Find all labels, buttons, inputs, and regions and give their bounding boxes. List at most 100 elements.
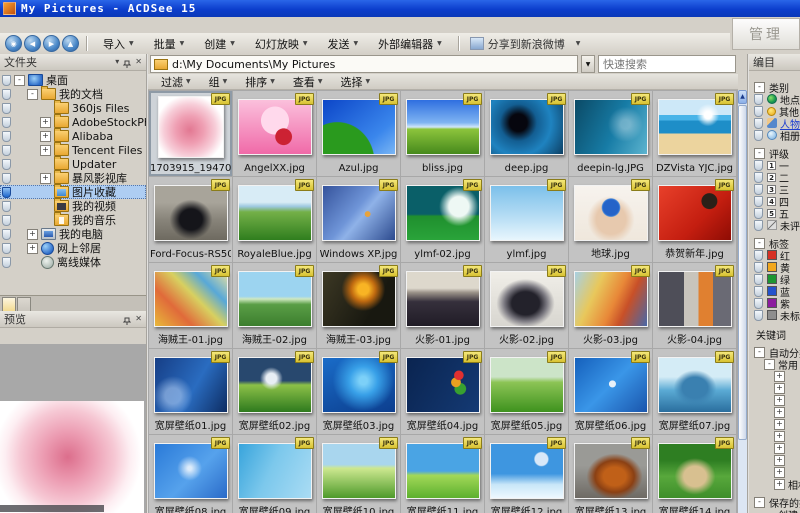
file-thumbnail-cell[interactable]: JPG 宽屏壁纸10.jpg	[317, 435, 400, 513]
file-thumbnail-cell[interactable]: JPG DZVista YJC.jpg	[653, 91, 736, 176]
easy-select-shield-icon[interactable]	[754, 130, 763, 141]
file-thumbnail-cell[interactable]: JPG 宽屏壁纸02.jpg	[233, 349, 316, 434]
easy-select-shield-icon[interactable]	[2, 187, 11, 198]
nav-button[interactable]: ▲	[62, 35, 79, 52]
catalog-item[interactable]: 黄	[752, 261, 800, 273]
tree-expander-icon[interactable]: +	[27, 229, 38, 240]
filter-dropdown-button[interactable]: 排序▼	[236, 74, 284, 90]
easy-select-shield-icon[interactable]	[2, 75, 11, 86]
folder-tree-item[interactable]: - 我的文档	[0, 87, 146, 101]
easy-select-shield-icon[interactable]	[2, 117, 11, 128]
file-thumbnail-cell[interactable]: JPG 火影-03.jpg	[569, 263, 652, 348]
easy-select-shield-icon[interactable]	[2, 131, 11, 142]
catalog-item[interactable]: +	[774, 382, 800, 394]
catalog-item[interactable]: 4 四	[752, 195, 800, 207]
file-thumbnail-cell[interactable]: JPG 宽屏壁纸14.jpg	[653, 435, 736, 513]
scrollbar-thumb[interactable]	[738, 105, 747, 440]
nav-button[interactable]: ◉	[5, 35, 22, 52]
tree-expander-icon[interactable]: +	[40, 145, 51, 156]
file-thumbnail-cell[interactable]: JPG deep.jpg	[485, 91, 568, 176]
catalog-item[interactable]: +	[774, 430, 800, 442]
pin-icon[interactable]	[123, 315, 131, 323]
file-thumbnail-cell[interactable]: JPG 地球.jpg	[569, 177, 652, 262]
easy-select-shield-icon[interactable]	[2, 243, 11, 254]
catalog-item[interactable]: 相册	[752, 129, 800, 141]
catalog-item[interactable]: + 相机	[774, 478, 800, 490]
folder-tree-item[interactable]: + Tencent Files	[0, 143, 146, 157]
path-dropdown-button[interactable]: ▼	[581, 55, 595, 73]
catalog-item[interactable]: 3 三	[752, 183, 800, 195]
file-thumbnail-cell[interactable]: JPG 宽屏壁纸09.jpg	[233, 435, 316, 513]
nav-button[interactable]: ◀	[24, 35, 41, 52]
catalog-item[interactable]: +	[774, 454, 800, 466]
file-thumbnail-cell[interactable]: JPG bliss.jpg	[401, 91, 484, 176]
folder-tree-item[interactable]: + AdobeStockPhotos	[0, 115, 146, 129]
tree-expander-icon[interactable]: +	[40, 173, 51, 184]
catalog-item[interactable]: - 常用	[764, 358, 800, 370]
folder-tree-item[interactable]: + Alibaba	[0, 129, 146, 143]
folder-tree-item[interactable]: 我的视频	[0, 199, 146, 213]
chevron-down-icon[interactable]: ▾	[115, 58, 119, 66]
folder-tree-item[interactable]: 离线媒体	[0, 255, 146, 269]
catalog-item[interactable]: 红	[752, 249, 800, 261]
file-thumbnail-cell[interactable]: JPG 宽屏壁纸06.jpg	[569, 349, 652, 434]
catalog-item[interactable]: - 评级	[752, 147, 800, 159]
tree-expander-icon[interactable]: +	[774, 479, 785, 490]
easy-select-shield-icon[interactable]	[754, 172, 763, 183]
tree-expander-icon[interactable]: -	[754, 148, 765, 159]
filter-dropdown-button[interactable]: 选择▼	[332, 74, 380, 90]
file-thumbnail-cell[interactable]: JPG 宽屏壁纸07.jpg	[653, 349, 736, 434]
file-thumbnail-cell[interactable]: JPG 宽屏壁纸11.jpg	[401, 435, 484, 513]
file-thumbnail-cell[interactable]: JPG 宽屏壁纸03.jpg	[317, 349, 400, 434]
catalog-item[interactable]: 关键词	[756, 328, 800, 340]
file-thumbnail-cell[interactable]: JPG 火影-04.jpg	[653, 263, 736, 348]
easy-select-shield-icon[interactable]	[2, 159, 11, 170]
catalog-item[interactable]: - 标签	[752, 237, 800, 249]
easy-select-shield-icon[interactable]	[754, 310, 763, 321]
scrollbar-up-arrow[interactable]: ▲	[738, 90, 747, 104]
panel-tab[interactable]	[2, 297, 16, 312]
catalog-item[interactable]: +	[774, 442, 800, 454]
tree-expander-icon[interactable]: +	[774, 431, 785, 442]
manage-mode-button[interactable]: 管理	[732, 18, 800, 50]
catalog-item[interactable]: +	[774, 370, 800, 382]
tree-expander-icon[interactable]: +	[774, 383, 785, 394]
tree-expander-icon[interactable]: -	[754, 82, 765, 93]
filter-dropdown-button[interactable]: 查看▼	[284, 74, 332, 90]
folder-tree-item[interactable]: - 桌面	[0, 73, 146, 87]
file-thumbnail-cell[interactable]: JPG 宽屏壁纸08.jpg	[149, 435, 232, 513]
tree-expander-icon[interactable]: +	[774, 371, 785, 382]
easy-select-shield-icon[interactable]	[754, 208, 763, 219]
tree-expander-icon[interactable]: -	[14, 75, 25, 86]
easy-select-shield-icon[interactable]	[754, 274, 763, 285]
catalog-item[interactable]: 未标签	[752, 309, 800, 321]
easy-select-shield-icon[interactable]	[2, 145, 11, 156]
tree-expander-icon[interactable]: +	[774, 419, 785, 430]
tree-expander-icon[interactable]: +	[40, 131, 51, 142]
file-thumbnail-cell[interactable]: JPG ylmf.jpg	[485, 177, 568, 262]
tree-expander-icon[interactable]: +	[27, 243, 38, 254]
catalog-item[interactable]: 2 二	[752, 171, 800, 183]
file-thumbnail-cell[interactable]: JPG 宽屏壁纸04.jpg	[401, 349, 484, 434]
folder-tree-item[interactable]: 我的音乐	[0, 213, 146, 227]
toolbar-dropdown-button[interactable]: 批量▼	[144, 34, 195, 53]
tree-expander-icon[interactable]: +	[774, 467, 785, 478]
easy-select-shield-icon[interactable]	[754, 160, 763, 171]
file-thumbnail-cell[interactable]: JPG 火影-01.jpg	[401, 263, 484, 348]
easy-select-shield-icon[interactable]	[2, 215, 11, 226]
file-thumbnail-cell[interactable]: JPG 恭贺新年.jpg	[653, 177, 736, 262]
file-thumbnail-cell[interactable]: JPG Ford-Focus-RS500...	[149, 177, 232, 262]
share-dropdown-icon[interactable]: ▼	[576, 40, 581, 47]
folder-tree-item[interactable]: 图片收藏	[0, 185, 146, 199]
easy-select-shield-icon[interactable]	[754, 94, 763, 105]
filter-dropdown-button[interactable]: 组▼	[200, 74, 237, 90]
file-thumbnail-cell[interactable]: JPG ylmf-02.jpg	[401, 177, 484, 262]
easy-select-shield-icon[interactable]	[754, 286, 763, 297]
file-thumbnail-cell[interactable]: JPG 1703915_19470200...	[149, 91, 232, 176]
nav-button[interactable]: ▶	[43, 35, 60, 52]
folder-tree-item[interactable]: 360js Files	[0, 101, 146, 115]
file-thumbnail-cell[interactable]: JPG Azul.jpg	[317, 91, 400, 176]
easy-select-shield-icon[interactable]	[754, 262, 763, 273]
tree-expander-icon[interactable]: -	[27, 89, 38, 100]
catalog-item[interactable]: 绿	[752, 273, 800, 285]
